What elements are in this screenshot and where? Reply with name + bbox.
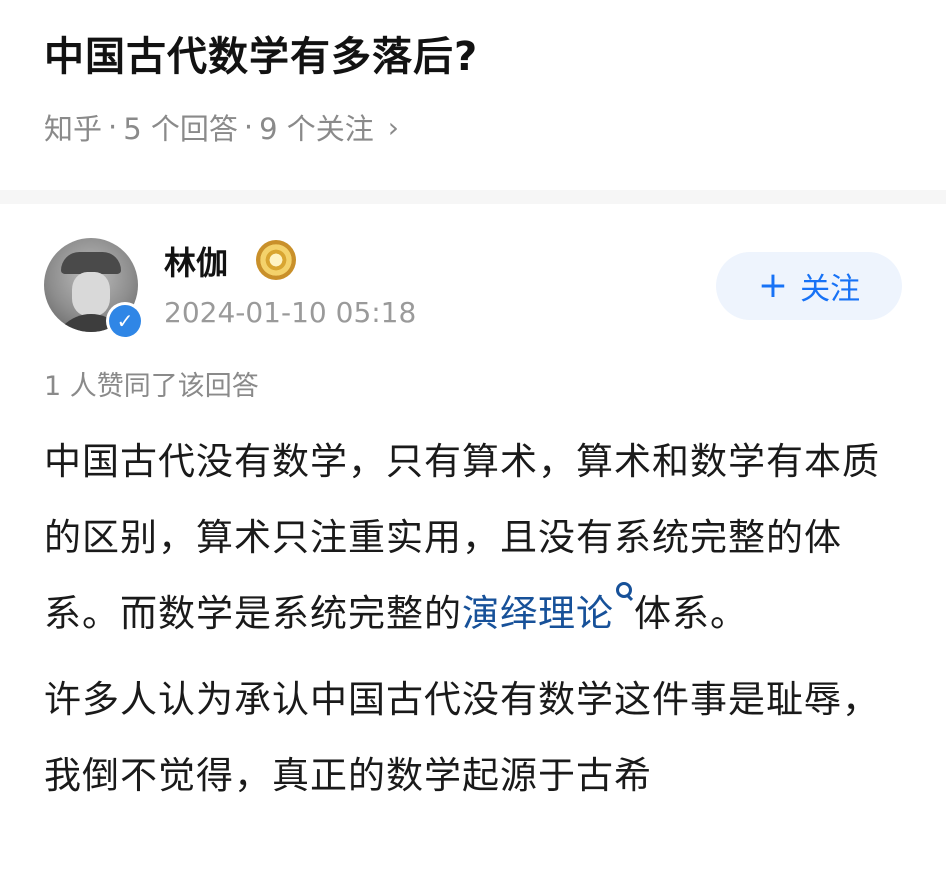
- avatar-cap-shape: [61, 252, 121, 274]
- avatar-face-shape: [72, 272, 110, 316]
- author-name[interactable]: 林伽: [164, 238, 228, 284]
- answer-content: 中国古代没有数学，只有算术，算术和数学有本质的区别，算术只注重实用，且没有系统完…: [44, 424, 904, 824]
- meta-separator: ·: [108, 110, 118, 144]
- follow-count: 9 个关注: [259, 112, 374, 146]
- likes-summary: 1 人赞同了该回答: [44, 371, 259, 402]
- section-divider: [0, 190, 946, 204]
- answer-count: 5 个回答: [123, 112, 238, 146]
- chevron-right-icon[interactable]: ›: [388, 111, 399, 144]
- search-icon[interactable]: [616, 576, 634, 612]
- answer-paragraph: 中国古代没有数学，只有算术，算术和数学有本质的区别，算术只注重实用，且没有系统完…: [44, 424, 904, 652]
- question-header: 中国古代数学有多落后? 知乎 · 5 个回答 · 9 个关注 ›: [0, 0, 946, 190]
- answer-paragraph: 许多人认为承认中国古代没有数学这件事是耻辱，我倒不觉得，真正的数学起源于古希: [44, 678, 880, 797]
- search-link[interactable]: 演绎理论: [462, 592, 614, 635]
- author-row: ✓ 林伽 2024-01-10 05:18 + 关注: [0, 204, 946, 354]
- paragraph-text: 体系。: [634, 592, 748, 635]
- verified-check-icon: ✓: [106, 302, 144, 340]
- gold-medal-icon[interactable]: [256, 240, 296, 280]
- follow-button-label: 关注: [800, 272, 861, 307]
- answer-timestamp: 2024-01-10 05:18: [164, 296, 417, 329]
- source-label: 知乎: [44, 112, 103, 146]
- question-title[interactable]: 中国古代数学有多落后?: [44, 24, 478, 82]
- follow-button[interactable]: + 关注: [716, 252, 902, 320]
- meta-separator: ·: [243, 110, 254, 144]
- plus-icon: +: [757, 265, 789, 306]
- question-meta[interactable]: 知乎 · 5 个回答 · 9 个关注 ›: [44, 106, 399, 148]
